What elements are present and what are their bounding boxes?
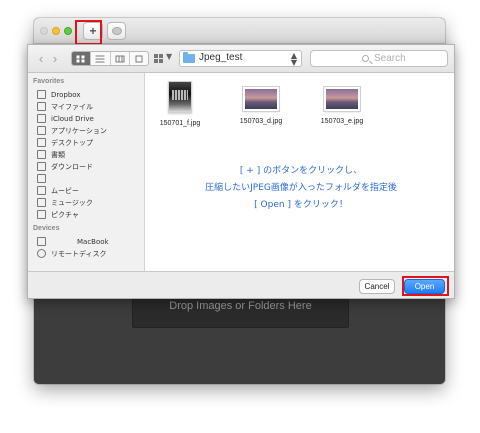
arrange-icon	[154, 54, 163, 63]
disc-icon	[37, 249, 46, 258]
sidebar-item-label: ダウンロード	[51, 163, 93, 171]
image-thumbnail	[168, 81, 192, 113]
image-thumbnail	[242, 86, 280, 112]
open-dialog: ‹ › ▼ Jpeg_test ▲ ▼ Search Favorites Drop…	[27, 44, 455, 299]
sidebar-item-label: アプリケーション	[51, 127, 107, 135]
desktop-icon	[37, 138, 46, 147]
minimize-window-button[interactable]	[52, 27, 60, 35]
documents-icon	[37, 150, 46, 159]
sidebar-item-label: リモートディスク	[51, 250, 107, 258]
chevron-down-icon: ▼	[166, 52, 173, 61]
sidebar-item-label: ピクチャ	[51, 211, 79, 219]
folder-icon	[37, 90, 46, 99]
sidebar-item-label: 書類	[51, 151, 65, 159]
instruction-text: [ + ] のボタンをクリックし、 圧縮したいJPEG画像が入ったフォルダを指定…	[146, 163, 454, 214]
add-button-highlight	[75, 20, 102, 45]
cover-flow-button[interactable]	[130, 52, 148, 65]
dialog-toolbar: ‹ › ▼ Jpeg_test ▲ ▼ Search	[28, 45, 454, 73]
file-item[interactable]: 150703_e.jpg	[311, 81, 373, 125]
instruction-line: [ + ] のボタンをクリックし、	[239, 166, 363, 176]
sidebar-item-label: マイファイル	[51, 103, 93, 111]
folder-icon	[183, 52, 195, 63]
sidebar-item-label: MacBook	[77, 238, 109, 246]
file-item[interactable]: 150701_f.jpg	[149, 81, 211, 127]
icon-view-button[interactable]	[72, 52, 92, 65]
search-placeholder: Search	[374, 53, 406, 64]
path-popup[interactable]: Jpeg_test ▲ ▼	[179, 50, 302, 67]
my-files-icon	[37, 102, 46, 111]
sidebar-section-devices: Devices	[33, 225, 60, 232]
file-name: 150701_f.jpg	[159, 120, 201, 127]
search-icon	[362, 55, 369, 62]
applications-icon	[37, 126, 46, 135]
updown-arrows-icon: ▲ ▼	[290, 51, 297, 67]
close-window-button[interactable]	[40, 27, 48, 35]
instruction-line: 圧縮したいJPEG画像が入ったフォルダを指定後	[205, 183, 397, 193]
cover-flow-icon	[135, 55, 143, 62]
sidebar-item-label: デスクトップ	[51, 139, 93, 147]
view-mode-switcher	[71, 51, 149, 66]
image-thumbnail	[323, 86, 361, 112]
movies-icon	[37, 186, 46, 195]
cancel-button[interactable]: Cancel	[359, 279, 395, 294]
forward-button[interactable]: ›	[47, 51, 63, 67]
instruction-line: [ Open ] をクリック！	[254, 200, 348, 210]
file-item[interactable]: 150703_d.jpg	[230, 81, 292, 125]
list-view-icon	[95, 55, 105, 62]
path-label: Jpeg_test	[199, 52, 243, 63]
list-view-button[interactable]	[91, 52, 111, 65]
icon-view-icon	[76, 55, 86, 62]
open-button-highlight	[402, 276, 449, 296]
sidebar: Favorites Dropbox マイファイル iCloud Drive アプ…	[28, 73, 145, 271]
file-name: 150703_e.jpg	[320, 118, 364, 125]
eye-icon	[112, 27, 122, 35]
column-view-button[interactable]	[111, 52, 130, 65]
arrange-button[interactable]: ▼	[152, 51, 174, 66]
file-name: 150703_d.jpg	[239, 118, 283, 125]
sidebar-section-favorites: Favorites	[33, 78, 65, 85]
sidebar-item-label: iCloud Drive	[51, 115, 94, 123]
dialog-footer: Cancel Open	[28, 271, 454, 298]
home-icon	[37, 174, 46, 183]
music-icon	[37, 198, 46, 207]
downloads-icon	[37, 162, 46, 171]
column-view-icon	[115, 55, 125, 62]
preview-button[interactable]	[107, 22, 126, 40]
sidebar-item-label: ムービー	[51, 187, 79, 195]
search-input[interactable]: Search	[310, 50, 448, 67]
cloud-icon	[37, 114, 46, 123]
sidebar-item-label: Dropbox	[51, 91, 81, 99]
sidebar-item-label: ミュージック	[51, 199, 93, 207]
pictures-icon	[37, 210, 46, 219]
laptop-icon	[37, 237, 46, 246]
zoom-window-button[interactable]	[64, 27, 72, 35]
